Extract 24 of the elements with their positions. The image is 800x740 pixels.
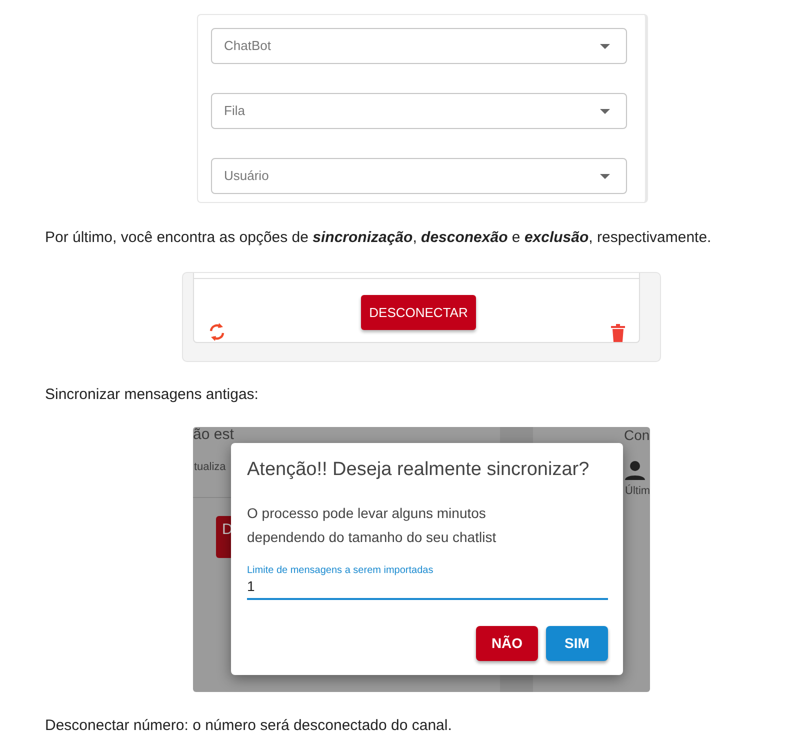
select-field[interactable]: Usuário (211, 158, 627, 194)
background-text: Con (624, 427, 650, 443)
dialog-message: O processo pode levar alguns minutos dependendo do tamanho do seu chatlist (247, 504, 498, 547)
dropdown-arrow-icon (600, 174, 610, 178)
disconnect-button[interactable]: DESCONECTAR (361, 294, 476, 330)
select-field[interactable]: Fila (211, 93, 627, 129)
field-value: 1 (247, 576, 608, 600)
select-field[interactable]: ChatBot (211, 28, 627, 64)
dialog-title: Atenção!! Deseja realmente sincronizar? (247, 459, 590, 482)
paragraph: Por último, você encontra as opções de sincronização, desconexão e exclusão, respectivamente. (45, 228, 712, 248)
trash-icon (611, 324, 625, 342)
input-field[interactable]: Limite de mensagens a serem importadas 1 (247, 564, 608, 600)
cancel-button[interactable]: NÃO (476, 626, 538, 661)
background-text: ão est (193, 427, 234, 443)
dropdown-arrow-icon (600, 108, 610, 114)
paragraph: Sincronizar mensagens antigas: (45, 384, 260, 404)
sync-icon (208, 322, 226, 342)
paragraph: Desconectar número: o número será desconectado do canal. (45, 716, 453, 736)
confirm-button[interactable]: SIM (546, 626, 608, 661)
dropdown-arrow-icon (600, 44, 610, 48)
field-label: Limite de mensagens a serem importadas (247, 564, 434, 576)
background-text: tualiza (194, 460, 226, 475)
background-text: Últim (625, 484, 650, 499)
person-icon (625, 460, 645, 480)
